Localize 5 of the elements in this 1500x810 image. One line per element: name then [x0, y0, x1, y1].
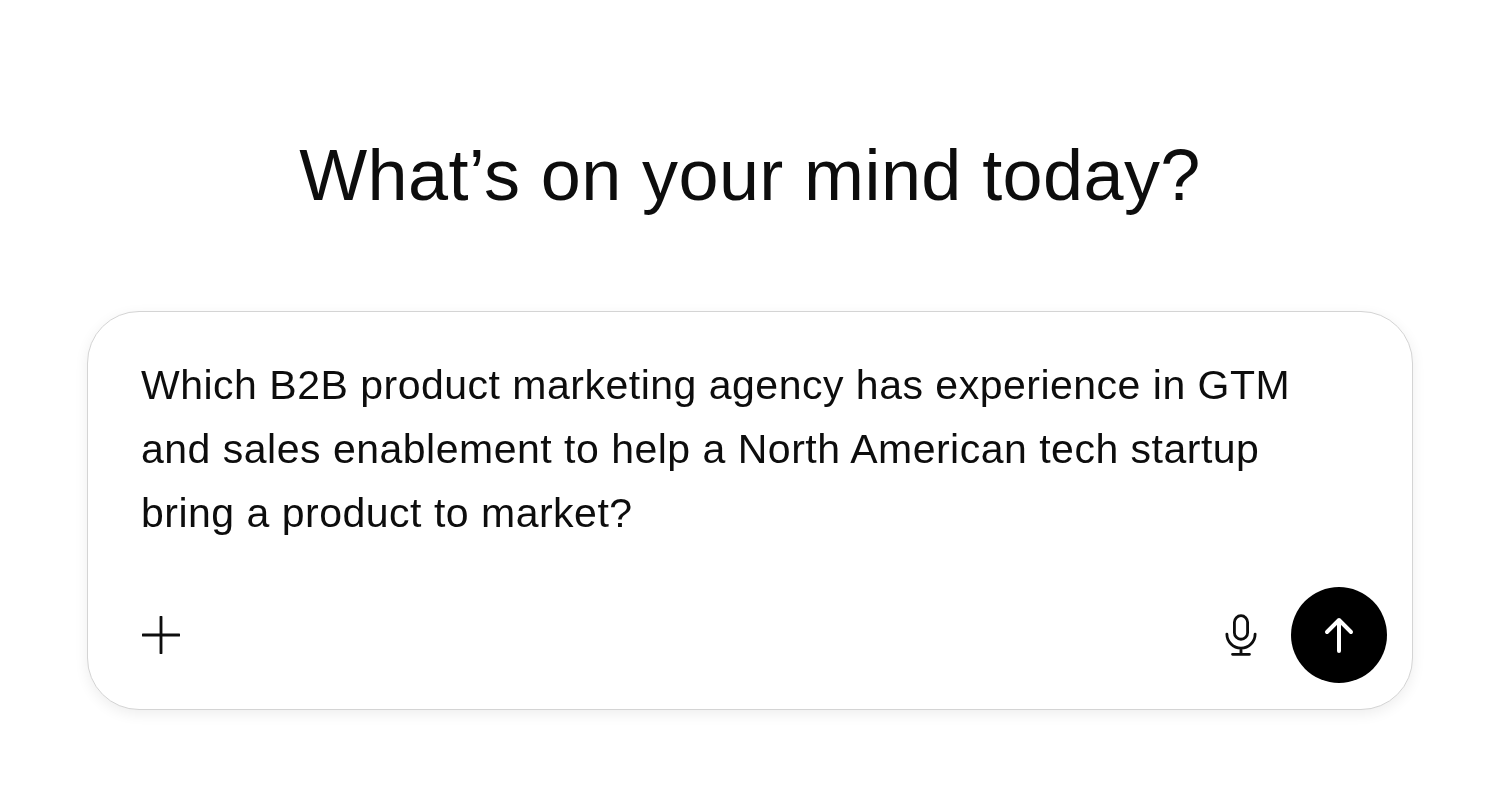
arrow-up-icon — [1324, 617, 1354, 653]
message-input[interactable]: Which B2B product marketing agency has experience in GTM and sales enablement to help a North American tech startup bring a product to market? — [141, 353, 1356, 545]
page-heading: What’s on your mind today? — [299, 134, 1201, 217]
plus-icon — [142, 616, 180, 654]
microphone-icon — [1225, 614, 1257, 656]
